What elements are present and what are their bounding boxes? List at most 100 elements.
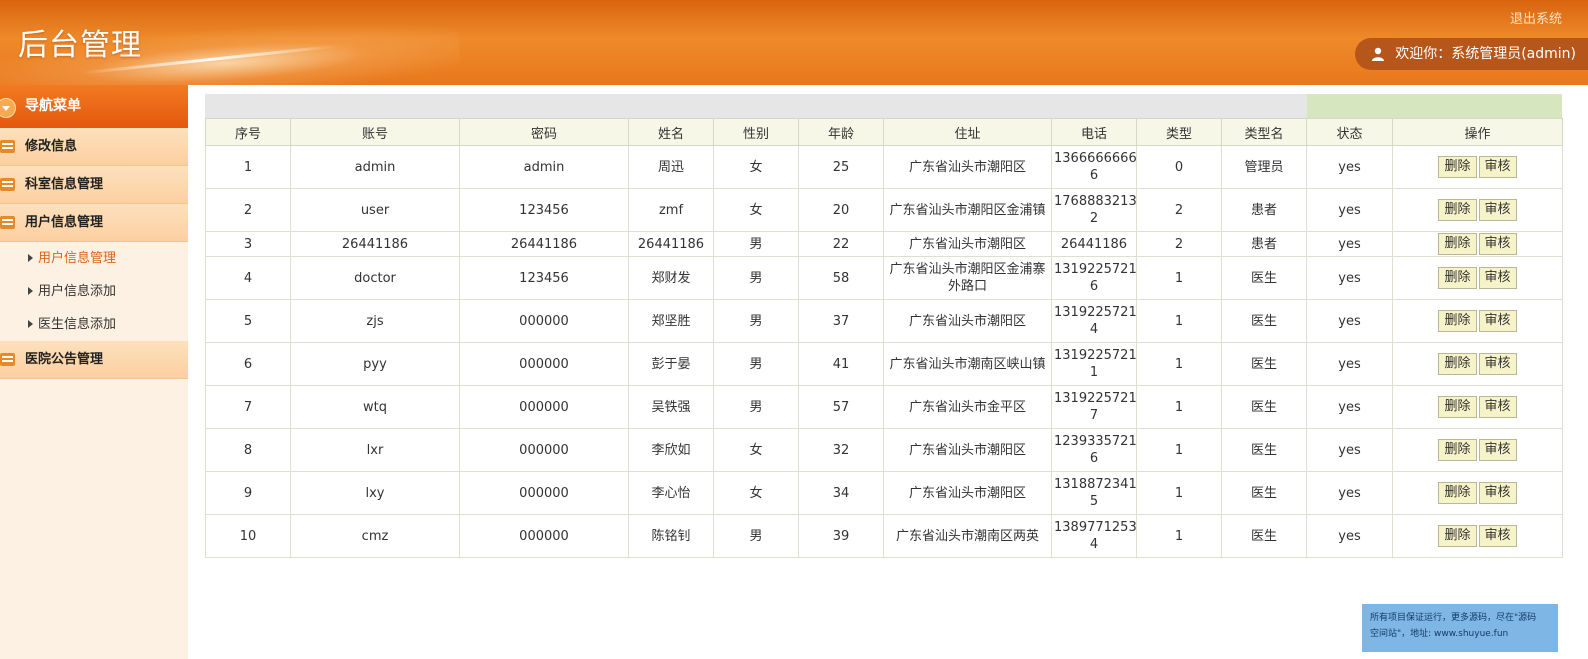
- sidebar-item-label: 科室信息管理: [25, 177, 104, 192]
- review-button[interactable]: 审核: [1478, 525, 1517, 547]
- cell-address-text: 广东省汕头市潮阳区金浦寨 外路口: [889, 262, 1046, 294]
- cell-type-name: 医生: [1221, 514, 1307, 558]
- calendar-icon: [0, 353, 15, 366]
- cell-type-name: 管理员: [1221, 145, 1307, 189]
- logout-link[interactable]: 退出系统: [1510, 8, 1562, 27]
- cell-actions: 删除 审核: [1392, 299, 1563, 343]
- cell-name: 周迅: [628, 145, 714, 189]
- sidebar-item-department[interactable]: 科室信息管理: [0, 166, 188, 204]
- delete-button[interactable]: 删除: [1438, 199, 1477, 221]
- caret-right-icon: [28, 287, 33, 295]
- cell-gender: 女: [713, 145, 799, 189]
- cell-address: 广东省汕头市潮南区峡山镇: [883, 342, 1052, 386]
- cell-gender-text: 男: [749, 399, 763, 415]
- cell-age: 57: [798, 385, 884, 429]
- cell-type: 1: [1136, 514, 1222, 558]
- cell-actions: 删除 审核: [1392, 471, 1563, 515]
- cell-type-name-text: 医生: [1250, 270, 1277, 286]
- delete-button[interactable]: 删除: [1438, 439, 1477, 461]
- cell-age-text: 22: [832, 236, 850, 252]
- toolbar-right: [1307, 94, 1562, 118]
- table-row: 7 wtq 000000 吴铁强 男 57 广东省汕头市金平区 1319225721 7 1 医生…: [205, 385, 1563, 429]
- sidebar-item-announcements[interactable]: 医院公告管理: [0, 341, 188, 379]
- cell-status-text: yes: [1338, 313, 1361, 329]
- review-button[interactable]: 审核: [1478, 353, 1517, 375]
- cell-phone-text: 1319225721 1: [1054, 348, 1137, 380]
- cell-name: 李欣如: [628, 428, 714, 472]
- review-button[interactable]: 审核: [1478, 233, 1517, 255]
- cell-status-text: yes: [1338, 202, 1361, 218]
- cell-password: 000000: [459, 514, 629, 558]
- welcome-badge: 欢迎你：系统管理员(admin): [1355, 38, 1588, 70]
- cell-name-text: 彭于晏: [651, 356, 691, 372]
- cell-age: 41: [798, 342, 884, 386]
- delete-button[interactable]: 删除: [1438, 310, 1477, 332]
- sidebar-subitem-doctor-add[interactable]: 医生信息添加: [0, 308, 188, 341]
- cell-age: 32: [798, 428, 884, 472]
- cell-name: zmf: [628, 188, 714, 232]
- cell-age-text: 20: [832, 202, 850, 218]
- table-row: 2 user 123456 zmf 女 20 广东省汕头市潮阳区金浦镇 1768883213 …: [205, 188, 1563, 232]
- sidebar-subitem-user-manage[interactable]: 用户信息管理: [0, 242, 188, 275]
- caret-right-icon: [28, 254, 33, 262]
- cell-type-name: 医生: [1221, 471, 1307, 515]
- cell-gender: 男: [713, 256, 799, 300]
- cell-type: 1: [1136, 342, 1222, 386]
- review-button[interactable]: 审核: [1478, 267, 1517, 289]
- cell-address: 广东省汕头市潮阳区: [883, 231, 1052, 257]
- cell-account: cmz: [290, 514, 460, 558]
- delete-button[interactable]: 删除: [1438, 267, 1477, 289]
- sidebar-item-users[interactable]: 用户信息管理: [0, 204, 188, 242]
- cell-status-text: yes: [1338, 485, 1361, 501]
- cell-status: yes: [1306, 514, 1393, 558]
- cell-account: user: [290, 188, 460, 232]
- cell-status-text: yes: [1338, 159, 1361, 175]
- cell-type-text: 1: [1174, 485, 1184, 501]
- cell-age-text: 41: [832, 356, 850, 372]
- cell-type-name: 医生: [1221, 342, 1307, 386]
- cell-status-text: yes: [1338, 442, 1361, 458]
- cell-account: admin: [290, 145, 460, 189]
- delete-button[interactable]: 删除: [1438, 482, 1477, 504]
- cell-account: lxr: [290, 428, 460, 472]
- cell-gender-text: 女: [749, 159, 763, 175]
- delete-button[interactable]: 删除: [1438, 353, 1477, 375]
- sidebar-item-edit-info[interactable]: 修改信息: [0, 128, 188, 166]
- watermark-line: 空间站"，地址: www.shuyue.fun: [1370, 629, 1509, 639]
- cell-no: 1: [205, 145, 291, 189]
- cell-password-text: 000000: [519, 356, 569, 372]
- delete-button[interactable]: 删除: [1438, 233, 1477, 255]
- review-button[interactable]: 审核: [1478, 439, 1517, 461]
- cell-no-text: 2: [243, 202, 253, 218]
- user-table-panel: 序号 账号 密码 姓名 性别 年龄 住址 电话 类型 类型名 状态 操作 1 ad…: [205, 94, 1563, 558]
- cell-no: 3: [205, 231, 291, 257]
- watermark-notice: 所有项目保证运行，更多源码，尽在"源码 空间站"，地址: www.shuyue.…: [1362, 604, 1558, 652]
- cell-password-text: 123456: [519, 202, 569, 218]
- cell-account-text: user: [360, 202, 390, 218]
- delete-button[interactable]: 删除: [1438, 396, 1477, 418]
- review-button[interactable]: 审核: [1478, 310, 1517, 332]
- cell-no-text: 6: [243, 356, 253, 372]
- sidebar-subitem-user-add[interactable]: 用户信息添加: [0, 275, 188, 308]
- table-row: 3 26441186 26441186 26441186 男 22 广东省汕头市潮阳区 264…: [205, 231, 1563, 257]
- cell-phone-text: 1319225721 4: [1054, 305, 1137, 337]
- cell-status-text: yes: [1338, 270, 1361, 286]
- cell-no: 8: [205, 428, 291, 472]
- review-button[interactable]: 审核: [1478, 482, 1517, 504]
- cell-account: 26441186: [290, 231, 460, 257]
- cell-type: 1: [1136, 385, 1222, 429]
- cell-no: 6: [205, 342, 291, 386]
- cell-address: 广东省汕头市潮阳区金浦寨 外路口: [883, 256, 1052, 300]
- cell-account: pyy: [290, 342, 460, 386]
- cell-no-text: 9: [243, 485, 253, 501]
- review-button[interactable]: 审核: [1478, 156, 1517, 178]
- delete-button[interactable]: 删除: [1438, 156, 1477, 178]
- cell-no-text: 3: [243, 236, 253, 252]
- delete-button[interactable]: 删除: [1438, 525, 1477, 547]
- review-button[interactable]: 审核: [1478, 396, 1517, 418]
- calendar-icon: [0, 178, 15, 191]
- cell-name: 陈铭钊: [628, 514, 714, 558]
- cell-type-name-text: 医生: [1250, 356, 1277, 372]
- review-button[interactable]: 审核: [1478, 199, 1517, 221]
- cell-status: yes: [1306, 145, 1393, 189]
